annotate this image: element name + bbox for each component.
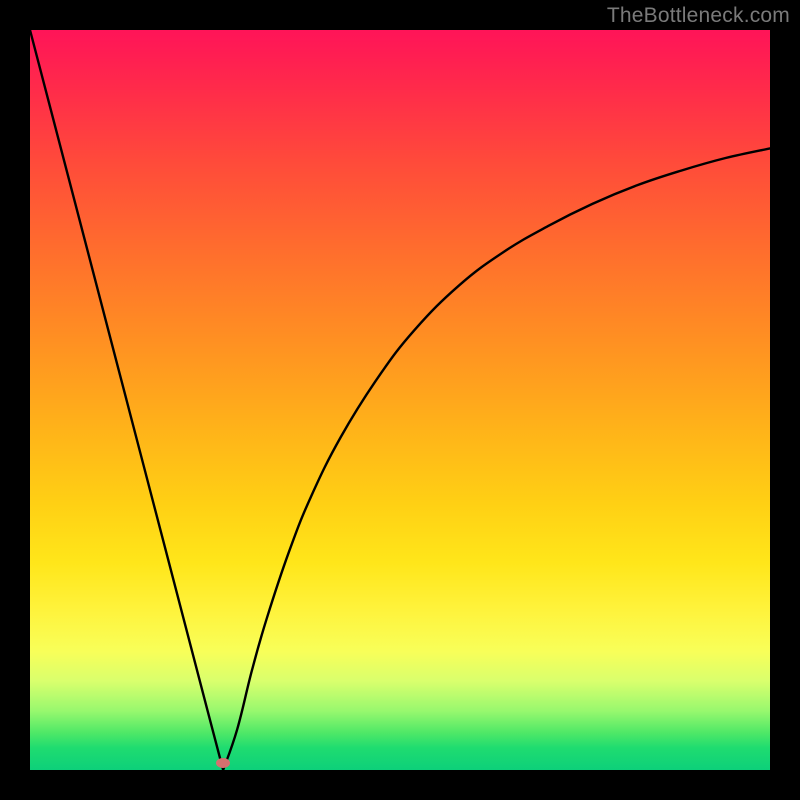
attribution-label: TheBottleneck.com [607,4,790,28]
plot-area [30,30,770,770]
bottleneck-curve [30,30,770,770]
chart-frame: TheBottleneck.com [0,0,800,800]
curve-svg [30,30,770,770]
minimum-marker [216,758,230,768]
